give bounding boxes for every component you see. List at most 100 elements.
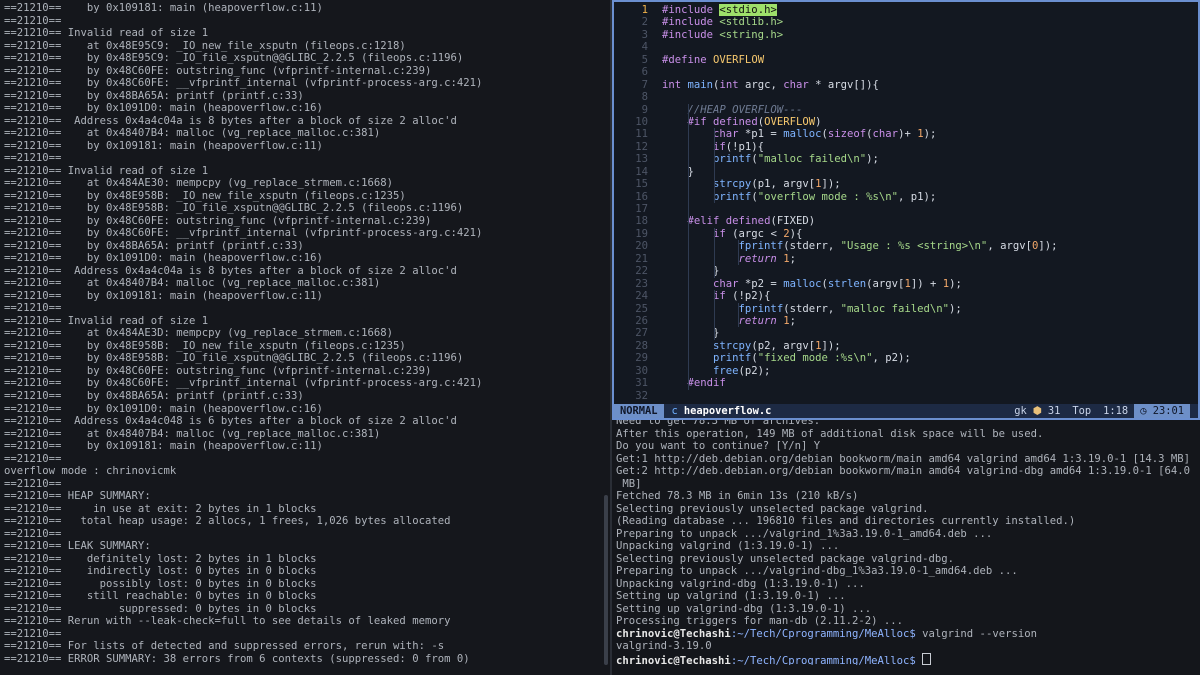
code-text: #include <string.h>	[662, 29, 783, 41]
code-line[interactable]: 24 if (!p2){	[614, 290, 1198, 303]
code-line[interactable]: 12 if(!p1){	[614, 140, 1198, 154]
code-token: malloc	[783, 128, 822, 141]
terminal-line: ==21210== by 0x109181: main (heapoverflo…	[4, 2, 323, 14]
terminal-line: ==21210== Address 0x4a4c048 is 6 bytes a…	[4, 415, 457, 428]
terminal-line: ==21210==	[4, 627, 62, 640]
indent-guide	[714, 290, 715, 303]
terminal-line: ==21210== definitely lost: 2 bytes in 1 …	[4, 552, 317, 565]
code-token: )	[815, 115, 822, 128]
code-line[interactable]: 25 fprintf(stderr, "malloc failed\n");	[614, 302, 1198, 315]
indent-guide	[688, 178, 689, 191]
terminal-line: ==21210== by 0x48E95C9: _IO_file_xsputn@…	[4, 52, 464, 65]
shell-prompt[interactable]: chrinovic@Techashi:~/Tech/Cprogramming/M…	[616, 628, 1196, 641]
terminal-line: ==21210==	[4, 152, 62, 165]
code-line[interactable]: 11 char *p1 = malloc(sizeof(char)+ 1);	[614, 128, 1198, 141]
code-token: return	[738, 314, 777, 327]
code-text: return 1;	[662, 252, 796, 266]
prompt-path: :~/Tech/Cprogramming/MeAlloc$	[730, 627, 916, 640]
code-view[interactable]: 1 #include <stdio.h> 2 #include <stdlib.h> 3…	[614, 2, 1198, 402]
code-token: (!p2){	[725, 290, 771, 303]
terminal-line: ==21210== total heap usage: 2 allocs, 1 …	[4, 515, 451, 528]
code-line[interactable]: 10 #if defined(OVERFLOW)	[614, 115, 1198, 129]
code-text: #include <stdio.h>	[662, 4, 777, 16]
shell-prompt[interactable]: chrinovic@Techashi:~/Tech/Cprogramming/M…	[616, 652, 1196, 665]
vim-statusline: NORMAL c heapoverflow.c gk ⬢ 31 Top 1:18…	[614, 404, 1198, 418]
line-number: 29	[635, 352, 648, 365]
code-line[interactable]: 28 strcpy(p2, argv[1]);	[614, 339, 1198, 353]
terminal-line: Fetched 78.3 MB in 6min 13s (210 kB/s)	[616, 490, 859, 503]
line-number: 25	[635, 302, 648, 315]
indent-guide	[688, 327, 689, 340]
code-line[interactable]: 29 printf("fixed mode :%s\n", p2);	[614, 352, 1198, 365]
code-line[interactable]: 17	[614, 203, 1198, 216]
code-line[interactable]: 7 int main(int argc, char * argv[]){	[614, 79, 1198, 91]
indent-guide	[688, 377, 689, 390]
code-line[interactable]: 16 printf("overflow mode : %s\n", p1);	[614, 190, 1198, 203]
code-token: OVERFLOW	[764, 115, 816, 128]
line-number: 8	[641, 91, 648, 104]
code-line[interactable]: 1 #include <stdio.h>	[614, 4, 1198, 16]
code-line[interactable]: 2 #include <stdlib.h>	[614, 16, 1198, 28]
code-line[interactable]: 21 return 1;	[614, 252, 1198, 266]
code-line[interactable]: 6	[614, 66, 1198, 78]
code-line[interactable]: 30 free(p2);	[614, 364, 1198, 378]
terminal-line: ==21210== by 0x48C60FE: __vfprintf_inter…	[4, 227, 483, 240]
line-number: 24	[635, 290, 648, 303]
code-token: *p2 =	[738, 277, 784, 290]
line-number: 22	[635, 265, 648, 278]
code-line[interactable]: 15 strcpy(p1, argv[1]);	[614, 178, 1198, 191]
left-scrollbar[interactable]	[604, 495, 608, 665]
indent-guide	[688, 190, 689, 203]
code-line[interactable]: 22 }	[614, 265, 1198, 278]
terminal-line: Unpacking valgrind-dbg (1:3.19.0-1) ...	[616, 577, 865, 590]
code-token: int	[662, 78, 682, 91]
indent-guide	[714, 327, 715, 340]
code-text: printf("overflow mode : %s\n", p1);	[662, 190, 936, 203]
code-token: <string.h>	[713, 28, 784, 41]
valgrind-terminal-pane[interactable]: ==21210== by 0x109181: main (heapoverflo…	[0, 0, 610, 675]
shell-terminal-pane[interactable]: Need to get 78.3 MB of archives. After th…	[612, 420, 1200, 675]
code-line[interactable]: 14 }	[614, 165, 1198, 179]
indent-guide	[688, 252, 689, 266]
terminal-line: ==21210== by 0x109181: main (heapoverflo…	[4, 289, 323, 302]
vim-editor-pane[interactable]: 1 #include <stdio.h> 2 #include <stdlib.h> 3…	[612, 0, 1200, 420]
terminal-line: Selecting previously unselected package …	[616, 552, 955, 565]
code-token: ]);	[1038, 240, 1058, 253]
terminal-line: ==21210== Address 0x4a4c04a is 8 bytes a…	[4, 114, 457, 127]
code-line[interactable]: 19 if (argc < 2){	[614, 227, 1198, 241]
code-token: "overflow mode : %s\n"	[757, 190, 899, 203]
code-token: ]);	[821, 178, 841, 191]
terminal-line: Need to get 78.3 MB of archives.	[616, 420, 821, 427]
line-number: 23	[635, 277, 648, 290]
indent-guide	[688, 352, 689, 365]
code-line[interactable]: 18 #elif defined(FIXED)	[614, 215, 1198, 228]
code-line[interactable]: 13 printf("malloc failed\n");	[614, 153, 1198, 166]
code-line[interactable]: 20 fprintf(stderr, "Usage : %s <string>\…	[614, 240, 1198, 253]
terminal-line: (Reading database ... 196810 files and d…	[616, 515, 1076, 528]
code-token: "malloc failed\n"	[757, 153, 867, 166]
code-line[interactable]: 32	[614, 390, 1198, 402]
code-line[interactable]: 26 return 1;	[614, 314, 1198, 328]
code-line[interactable]: 5 #define OVERFLOW	[614, 54, 1198, 66]
code-line[interactable]: 31 #endif	[614, 377, 1198, 390]
terminal-line: ==21210== by 0x48BA65A: printf (printf.c…	[4, 389, 304, 402]
code-token: ]) +	[910, 277, 943, 290]
code-line[interactable]: 23 char *p2 = malloc(strlen(argv[1]) + 1…	[614, 277, 1198, 291]
code-line[interactable]: 4	[614, 41, 1198, 53]
code-token: );	[866, 153, 879, 166]
code-line[interactable]: 3 #include <string.h>	[614, 29, 1198, 41]
code-token: ;	[789, 252, 796, 265]
code-line[interactable]: 9 //HEAP OVERFLOW---	[614, 103, 1198, 116]
code-line[interactable]: 27 }	[614, 327, 1198, 340]
code-line[interactable]: 8	[614, 91, 1198, 103]
line-number: 7	[641, 78, 648, 91]
cube-icon: ⬢	[1032, 405, 1042, 417]
code-token: fprintf	[738, 302, 784, 315]
code-text: //HEAP OVERFLOW---	[662, 103, 802, 116]
code-token: #if	[687, 115, 707, 128]
indent-guide	[688, 215, 689, 228]
